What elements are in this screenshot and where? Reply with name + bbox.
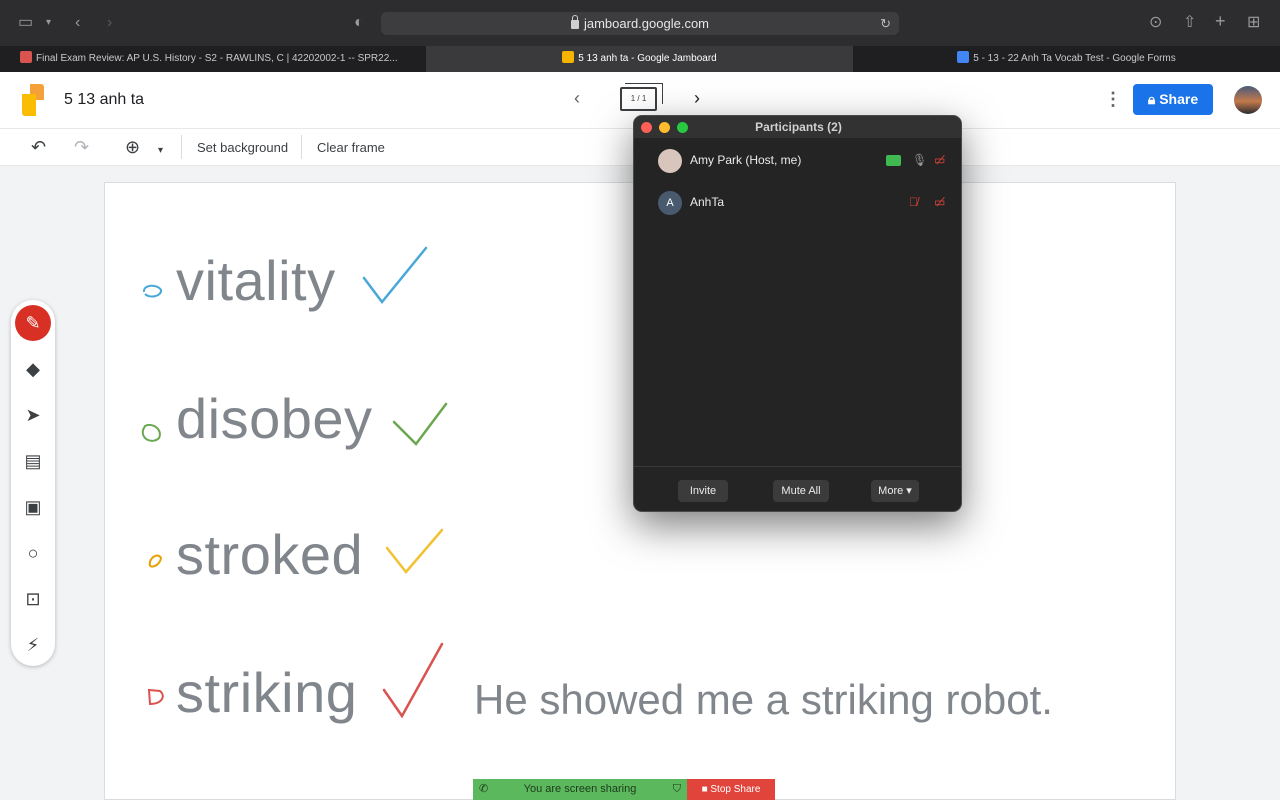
account-avatar[interactable]: [1234, 86, 1262, 114]
document-title[interactable]: 5 13 anh ta: [64, 91, 144, 109]
marker-dot-blue: [143, 284, 162, 298]
forward-icon[interactable]: ›: [107, 12, 112, 34]
next-frame-icon[interactable]: ›: [694, 88, 700, 109]
vocab-word-vitality: vitality: [176, 249, 336, 312]
jamboard-favicon-icon: [562, 51, 575, 63]
microphone-icon[interactable]: 🎙︎: [912, 152, 927, 168]
shield-icon[interactable]: ◐: [354, 12, 364, 34]
stop-icon: ■: [701, 784, 708, 795]
invite-button[interactable]: Invite: [678, 480, 728, 502]
frame-bar-button[interactable]: 1 / 1: [620, 83, 663, 111]
participant-row[interactable]: A AnhTa 🎙̸ ▭̸: [634, 188, 961, 218]
more-label: More: [878, 485, 904, 497]
forms-favicon-icon: [957, 51, 970, 63]
screen-share-bar: ✆ You are screen sharing ⛉ ■ Stop Share: [473, 779, 775, 800]
mute-all-button[interactable]: Mute All: [773, 480, 829, 502]
example-sentence: He showed me a striking robot.: [474, 676, 1053, 723]
screen-sharing-text: You are screen sharing: [523, 783, 637, 795]
divider: [181, 135, 182, 159]
screen-sharing-status[interactable]: ✆ You are screen sharing ⛉: [473, 779, 687, 800]
tab-bar: Final Exam Review: AP U.S. History - S2 …: [0, 46, 1280, 72]
checkmark-red: [382, 642, 444, 719]
tab-google-forms[interactable]: 5 - 13 - 22 Anh Ta Vocab Test - Google F…: [853, 46, 1280, 72]
participant-row[interactable]: Amy Park (Host, me) 🎙︎ ▭̸: [634, 146, 961, 176]
zoom-icon[interactable]: ⊕: [125, 137, 140, 157]
phone-icon: ✆: [479, 783, 489, 795]
jamboard-logo-icon[interactable]: [22, 84, 44, 116]
share-button[interactable]: 🔒︎ Share: [1133, 84, 1213, 115]
vocab-word-disobey: disobey: [176, 387, 373, 450]
vocab-word-stroked: stroked: [176, 523, 364, 586]
favicon-icon: [20, 51, 32, 63]
laser-tool-icon[interactable]: ⚡︎: [11, 629, 55, 661]
circle-tool-icon[interactable]: ○: [11, 537, 55, 569]
checkmark-green: [392, 402, 448, 446]
minimize-window-icon[interactable]: [659, 122, 670, 133]
stop-share-button[interactable]: ■ Stop Share: [687, 779, 775, 800]
back-icon[interactable]: ‹: [75, 12, 80, 34]
marker-dot-green: [141, 424, 161, 442]
chevron-down-icon: ▾: [906, 485, 912, 497]
tab-title: Final Exam Review: AP U.S. History - S2 …: [36, 53, 398, 64]
address-bar[interactable]: jamboard.google.com ↻: [381, 12, 899, 35]
checkmark-yellow: [385, 528, 444, 574]
participant-name: AnhTa: [690, 195, 725, 209]
tab-title: 5 13 anh ta - Google Jamboard: [578, 53, 717, 64]
set-background-button[interactable]: Set background: [197, 140, 288, 155]
participant-avatar: A: [658, 191, 682, 215]
video-off-icon[interactable]: ▭̸: [934, 152, 945, 168]
participants-window: Participants (2) Amy Park (Host, me) 🎙︎ …: [633, 115, 962, 512]
screen-share-status-icon: [886, 155, 901, 166]
download-icon[interactable]: ⊙: [1149, 12, 1162, 34]
eraser-tool-icon[interactable]: ◆: [11, 353, 55, 385]
shield-check-icon: ⛉: [672, 783, 681, 795]
share-icon[interactable]: ⇧: [1183, 12, 1196, 34]
new-tab-icon[interactable]: +: [1215, 10, 1226, 32]
reload-icon[interactable]: ↻: [880, 12, 891, 35]
tab-overview-icon[interactable]: ⊞: [1247, 12, 1260, 34]
participant-name: Amy Park (Host, me): [690, 153, 802, 167]
maximize-window-icon[interactable]: [677, 122, 688, 133]
more-button[interactable]: More ▾: [871, 480, 919, 502]
divider: [301, 135, 302, 159]
sidebar-toggle-icon[interactable]: ▭: [18, 12, 33, 34]
checkmark-blue: [362, 246, 428, 305]
browser-toolbar: ▭ ▾ ‹ › ◐ jamboard.google.com ↻ ⊙ ⇧ + ⊞: [0, 0, 1280, 46]
participant-avatar: [658, 149, 682, 173]
vocab-word-striking: striking: [176, 661, 358, 724]
pen-tool-icon[interactable]: ✎: [15, 305, 51, 341]
participants-footer: Invite Mute All More ▾: [634, 466, 961, 511]
clear-frame-button[interactable]: Clear frame: [317, 140, 385, 155]
url-text: jamboard.google.com: [583, 16, 710, 31]
select-tool-icon[interactable]: ➤: [11, 399, 55, 431]
undo-icon[interactable]: ↶: [31, 137, 46, 157]
video-off-icon[interactable]: ▭̸: [934, 194, 945, 210]
redo-icon[interactable]: ↷: [74, 137, 89, 157]
frame-indicator: 1 / 1: [630, 94, 647, 103]
image-tool-icon[interactable]: ▣: [11, 491, 55, 523]
tab-ap-history[interactable]: Final Exam Review: AP U.S. History - S2 …: [0, 46, 426, 72]
tab-title: 5 - 13 - 22 Anh Ta Vocab Test - Google F…: [973, 53, 1176, 64]
sticky-note-tool-icon[interactable]: ▤: [11, 445, 55, 477]
lock-icon: [570, 15, 579, 29]
previous-frame-icon[interactable]: ‹: [574, 88, 580, 109]
more-options-icon[interactable]: ⋮: [1104, 89, 1122, 109]
microphone-muted-icon[interactable]: 🎙̸: [909, 194, 918, 210]
share-label: Share: [1159, 91, 1199, 107]
zoom-dropdown-icon[interactable]: ▾: [158, 141, 163, 161]
marker-dot-orange: [148, 554, 163, 568]
tab-jamboard[interactable]: 5 13 anh ta - Google Jamboard: [426, 46, 853, 72]
text-box-tool-icon[interactable]: ⊡: [11, 583, 55, 615]
marker-dot-red: [147, 688, 164, 706]
stop-share-label: Stop Share: [710, 784, 761, 795]
close-window-icon[interactable]: [641, 122, 652, 133]
chevron-down-icon[interactable]: ▾: [46, 12, 51, 34]
